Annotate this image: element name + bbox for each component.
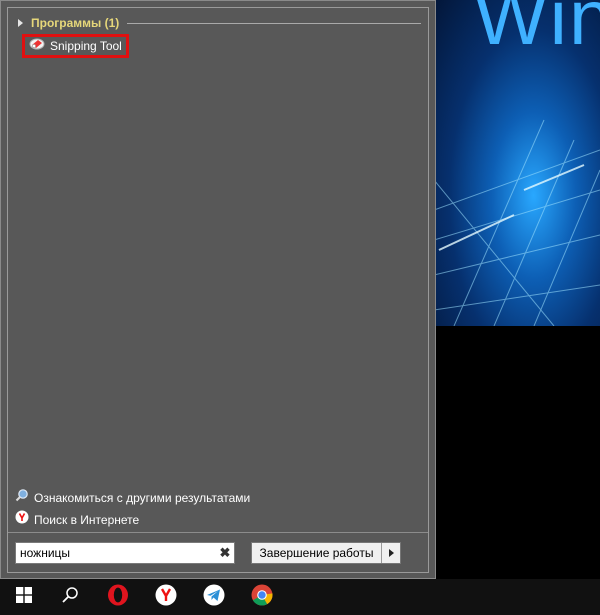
windows-start-icon: [16, 586, 32, 608]
programs-group-header[interactable]: Программы (1): [15, 15, 421, 31]
search-box[interactable]: ✖: [15, 542, 235, 564]
chevron-right-icon: [388, 549, 394, 557]
shutdown-options-button[interactable]: [381, 543, 400, 563]
bottom-separator: [8, 532, 428, 533]
taskbar-opera[interactable]: [94, 579, 142, 615]
wallpaper-light-grid: [434, 119, 600, 326]
search-input[interactable]: [16, 544, 216, 562]
expand-triangle-icon: [18, 19, 23, 27]
shutdown-button-group: Завершение работы: [251, 542, 401, 564]
yandex-browser-icon: [155, 584, 177, 611]
web-search-link[interactable]: Поиск в Интернете: [15, 510, 139, 529]
clear-search-icon[interactable]: ✖: [216, 545, 234, 561]
result-snipping-tool[interactable]: Snipping Tool: [22, 34, 129, 58]
taskbar: [0, 579, 600, 615]
taskbar-yandex-browser[interactable]: [142, 579, 190, 615]
group-divider: [127, 22, 421, 24]
start-menu: Программы (1) Snipping Tool Ознакомиться…: [0, 0, 436, 579]
programs-group-title: Программы (1): [31, 16, 120, 30]
taskbar-chrome[interactable]: [238, 579, 286, 615]
see-more-results-label: Ознакомиться с другими результатами: [34, 490, 251, 505]
desktop-background: [434, 326, 600, 580]
result-label: Snipping Tool: [50, 39, 122, 53]
web-search-label: Поиск в Интернете: [34, 512, 140, 527]
snipping-tool-icon: [29, 37, 45, 56]
opera-icon: [107, 584, 129, 611]
shutdown-button[interactable]: Завершение работы: [252, 543, 381, 563]
yandex-icon: [15, 510, 29, 529]
magnifier-icon: [15, 488, 29, 507]
taskbar-search-button[interactable]: [46, 579, 94, 615]
desktop-wallpaper: Win: [434, 0, 600, 326]
search-icon: [61, 586, 79, 609]
taskbar-telegram[interactable]: [190, 579, 238, 615]
start-button[interactable]: [0, 579, 48, 615]
telegram-icon: [203, 584, 225, 611]
see-more-results-link[interactable]: Ознакомиться с другими результатами: [15, 488, 250, 507]
chrome-icon: [251, 584, 273, 611]
